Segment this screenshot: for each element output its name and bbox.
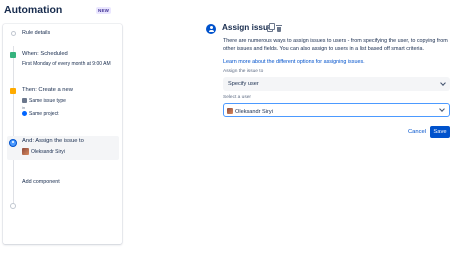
save-button[interactable]: Save [430,126,450,138]
panel-title: Assign issue [222,23,273,32]
copy-icon[interactable] [267,23,275,32]
assign-title: And: Assign the issue to [22,138,84,144]
clock-icon [10,52,16,58]
issue-type-line: Same issue type [22,98,66,104]
new-badge: NEW [96,7,112,14]
user-select-value: Oleksandr Siryi [235,108,273,115]
create-title: Then: Create a new [22,87,73,93]
cancel-button[interactable]: Cancel [406,126,428,138]
rule-panel: Rule details When: Scheduled First Monda… [3,24,122,244]
trigger-title: When: Scheduled [22,51,68,57]
project-text: Same project [29,111,59,117]
issue-type-icon [22,98,27,103]
learn-more-link[interactable]: Learn more about the different options f… [223,59,365,65]
create-action-item[interactable]: Then: Create a new Same issue type in Sa… [7,86,119,122]
trigger-item[interactable]: When: Scheduled First Monday of every mo… [7,50,119,74]
avatar [227,107,233,114]
add-component-label: Add component [22,179,60,185]
assignee-line: Oleksandr Siryi [22,148,65,155]
person-icon [206,24,216,34]
in-label: in [22,105,26,110]
user-field-label: Select a user [223,95,251,100]
assign-field-label: Assign the issue to [223,69,264,74]
action-icon [10,88,16,94]
add-component-button[interactable]: Add component [7,177,119,187]
panel-description: There are numerous ways to assign issues… [223,38,448,52]
node-dot [11,31,16,36]
issue-type-text: Same issue type [29,98,66,104]
rule-details-item[interactable]: Rule details [7,28,119,38]
user-select[interactable]: Oleksandr Siryi [223,103,450,117]
chevron-down-icon [439,106,445,112]
rule-details-label: Rule details [22,30,51,36]
assign-select[interactable]: Specify user [223,77,450,91]
project-line: Same project [22,111,58,117]
user-select-value-line: Oleksandr Siryi [227,107,273,115]
chevron-down-icon [440,80,446,86]
assign-action-item[interactable]: And: Assign the issue to Oleksandr Siryi [7,136,119,160]
assignee-name: Oleksandr Siryi [31,149,65,155]
trash-icon[interactable] [276,25,282,32]
person-icon [9,139,17,147]
add-dot [10,203,16,209]
project-icon [22,111,27,116]
assign-select-value: Specify user [228,81,259,87]
avatar [22,148,29,155]
page-title: Automation [4,4,63,16]
trigger-schedule: First Monday of every month at 9:00 AM [22,61,111,67]
